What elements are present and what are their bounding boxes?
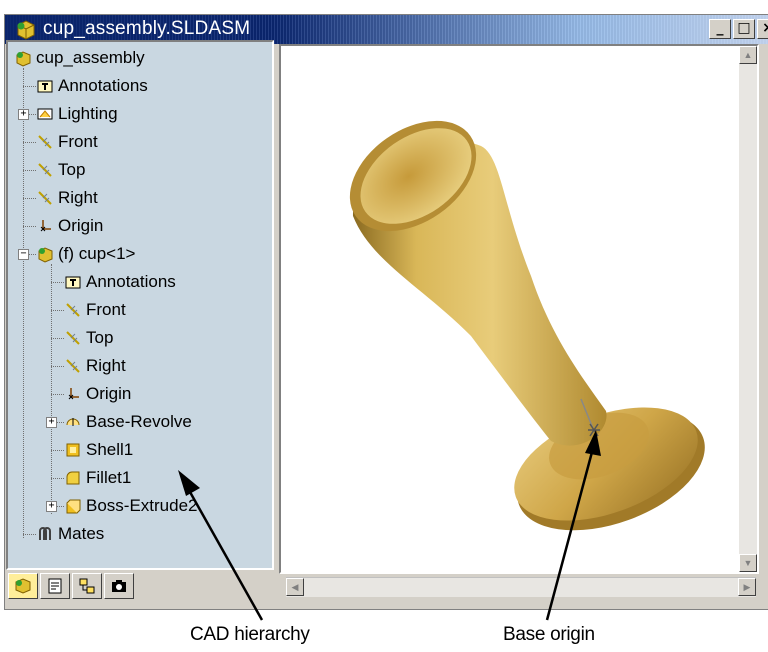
- hierarchy-arrow: [188, 491, 264, 621]
- callout-arrows: [178, 430, 601, 621]
- base-origin-callout: Base origin: [503, 624, 595, 645]
- cad-hierarchy-callout: CAD hierarchy: [190, 624, 310, 645]
- origin-arrow: [545, 451, 594, 621]
